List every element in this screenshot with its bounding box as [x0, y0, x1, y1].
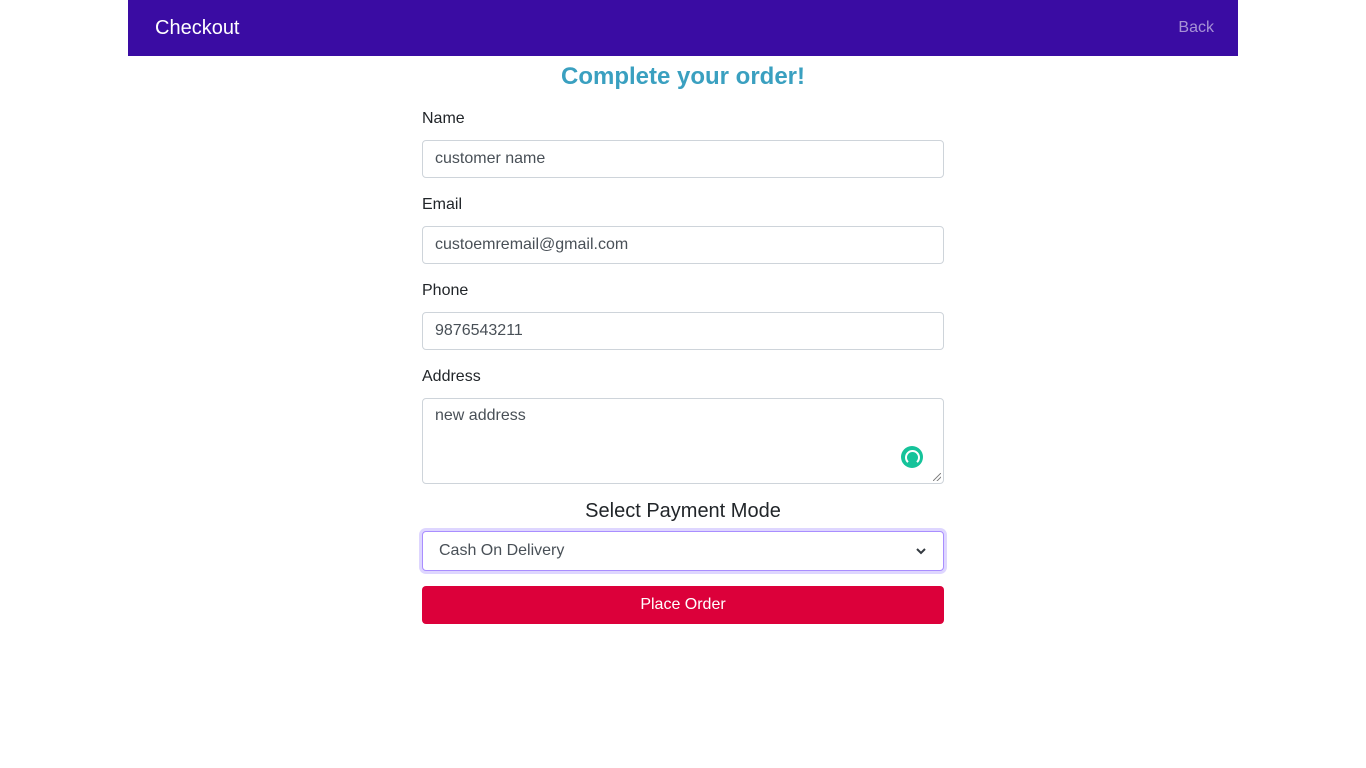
payment-mode-selected: Cash On Delivery	[439, 542, 565, 559]
grammar-assistant-icon[interactable]	[901, 446, 923, 468]
email-input-value: custoemremail@gmail.com	[435, 236, 629, 253]
chevron-down-icon	[916, 548, 926, 555]
email-input[interactable]: custoemremail@gmail.com	[422, 226, 944, 264]
address-label: Address	[422, 368, 481, 385]
address-textarea[interactable]: new address	[422, 398, 944, 484]
name-input[interactable]: customer name	[422, 140, 944, 178]
address-textarea-value: new address	[435, 407, 526, 424]
phone-label: Phone	[422, 282, 469, 299]
phone-input[interactable]: 9876543211	[422, 312, 944, 350]
place-order-button[interactable]: Place Order	[422, 586, 944, 624]
name-label: Name	[422, 110, 465, 127]
name-input-value: customer name	[435, 150, 546, 167]
phone-input-value: 9876543211	[435, 322, 523, 339]
resize-grip-icon[interactable]	[933, 473, 941, 481]
page-title: Complete your order!	[560, 63, 806, 90]
payment-mode-title: Select Payment Mode	[585, 500, 781, 522]
back-link[interactable]: Back	[1178, 19, 1214, 37]
top-navbar: Checkout Back	[128, 0, 1238, 56]
email-label: Email	[422, 196, 463, 213]
payment-mode-select[interactable]: Cash On Delivery	[422, 531, 944, 571]
navbar-brand[interactable]: Checkout	[155, 17, 240, 40]
